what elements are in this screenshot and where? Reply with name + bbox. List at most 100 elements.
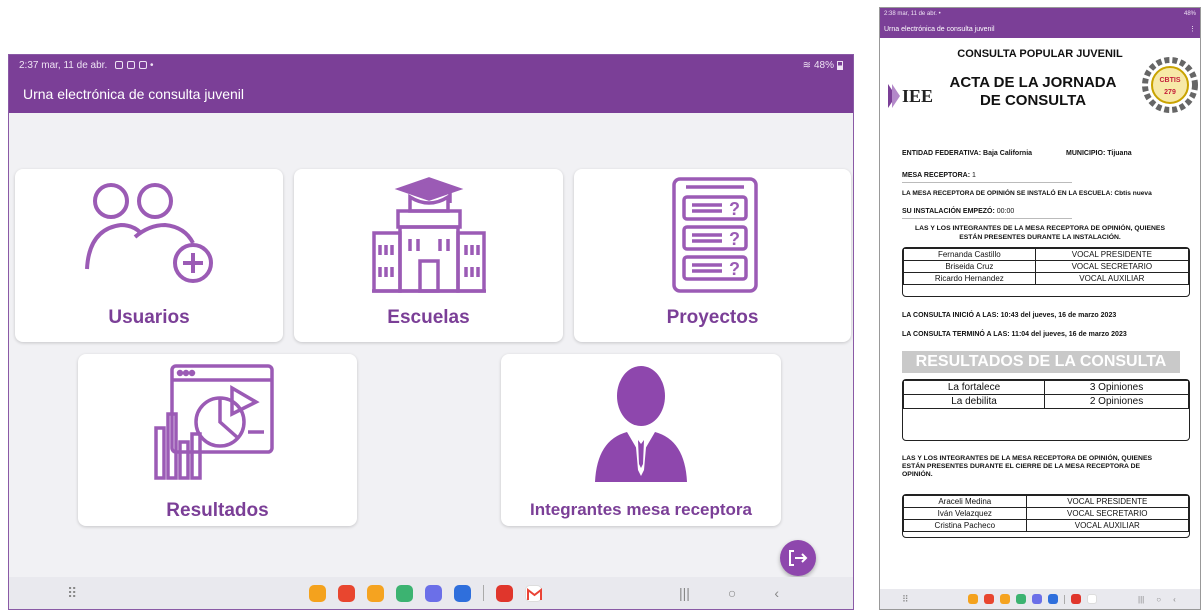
back-button[interactable]: ‹ bbox=[1173, 595, 1176, 604]
svg-text:279: 279 bbox=[1164, 89, 1176, 96]
cierre-heading-2: ESTÁN PRESENTES DURANTE EL CIERRE DE LA … bbox=[902, 463, 1141, 470]
notification-icon bbox=[115, 61, 124, 69]
projects-list-icon: ??? bbox=[672, 177, 758, 293]
apps-drawer-button[interactable]: ⠿ bbox=[902, 594, 909, 605]
battery-level: 48% bbox=[813, 59, 834, 71]
member-role: VOCAL SECRETARIO bbox=[1025, 507, 1190, 520]
acta-document-window: 2:38 mar, 11 de abr. • 48% Urna electrón… bbox=[879, 7, 1201, 610]
contacts-app-icon[interactable] bbox=[367, 584, 384, 602]
back-button[interactable]: ‹ bbox=[774, 585, 779, 601]
svg-text:CBTIS: CBTIS bbox=[1160, 77, 1181, 84]
app-icon[interactable] bbox=[309, 584, 326, 602]
app-icon[interactable] bbox=[968, 594, 978, 604]
school-building-icon bbox=[372, 177, 486, 293]
proyectos-card[interactable]: ??? Proyectos bbox=[574, 169, 851, 342]
calculator-app-icon[interactable] bbox=[1016, 594, 1026, 604]
member-name: Ricardo Hernandez bbox=[903, 272, 1036, 285]
status-bar: 2:38 mar, 11 de abr. • 48% bbox=[880, 8, 1200, 20]
battery-icon bbox=[837, 60, 843, 70]
svg-text:?: ? bbox=[729, 199, 740, 219]
status-date: mar, 11 de abr. bbox=[897, 11, 937, 17]
member-name: Iván Velazquez bbox=[903, 507, 1027, 520]
integrantes-heading-2: ESTÁN PRESENTES DURANTE LA INSTALACIÓN. bbox=[959, 234, 1121, 241]
svg-text:?: ? bbox=[729, 259, 740, 279]
gmail-app-icon[interactable] bbox=[1087, 594, 1097, 604]
app-dock bbox=[968, 594, 1097, 604]
app-dock bbox=[309, 584, 542, 602]
entidad-label: ENTIDAD FEDERATIVA: bbox=[902, 150, 982, 157]
usuarios-card[interactable]: Usuarios bbox=[15, 169, 283, 342]
member-name: Cristina Pacheco bbox=[903, 519, 1027, 532]
table-row: La fortalece 3 Opiniones bbox=[902, 380, 1189, 395]
pdf-app-icon[interactable] bbox=[1071, 594, 1081, 604]
iee-logo-text: IEE bbox=[902, 86, 933, 106]
messages-app-icon[interactable] bbox=[425, 584, 442, 602]
home-button[interactable]: ○ bbox=[728, 585, 736, 601]
table-row: Briseida Cruz VOCAL SECRETARIO bbox=[903, 260, 1190, 273]
status-time: 2:37 bbox=[19, 59, 39, 71]
iee-logo-icon: IEE bbox=[888, 84, 933, 108]
instalacion-label: SU INSTALACIÓN EMPEZÓ: bbox=[902, 208, 995, 215]
contacts-app-icon[interactable] bbox=[1000, 594, 1010, 604]
apps-drawer-button[interactable]: ⠿ bbox=[67, 585, 77, 602]
app-icon[interactable] bbox=[338, 584, 355, 602]
system-navbar: ⠿ ||| ○ ‹ bbox=[880, 589, 1200, 609]
municipio-label: MUNICIPIO: bbox=[1066, 150, 1106, 157]
overflow-menu-icon[interactable]: ⋮ bbox=[1189, 25, 1196, 33]
member-name: Briseida Cruz bbox=[903, 260, 1036, 273]
table-row: Cristina Pacheco VOCAL AUXILIAR bbox=[903, 519, 1190, 532]
iee-logo: IEE bbox=[886, 78, 946, 114]
app-icon[interactable] bbox=[984, 594, 994, 604]
table-row: Iván Velazquez VOCAL SECRETARIO bbox=[903, 507, 1190, 520]
app-bar: Urna electrónica de consulta juvenil ⋮ bbox=[880, 20, 1200, 38]
entidad-value: Baja California bbox=[983, 150, 1033, 157]
integrantes-heading-1: LAS Y LOS INTEGRANTES DE LA MESA RECEPTO… bbox=[914, 225, 1165, 232]
result-count: 3 Opiniones bbox=[1044, 380, 1189, 395]
calculator-app-icon[interactable] bbox=[396, 584, 413, 602]
inicio-label: LA CONSULTA INICIÓ A LAS: bbox=[902, 312, 999, 319]
dock-divider bbox=[483, 585, 484, 601]
messages-app-icon[interactable] bbox=[1032, 594, 1042, 604]
member-name: Araceli Medina bbox=[903, 495, 1027, 508]
status-dot: • bbox=[150, 59, 154, 71]
termino-label: LA CONSULTA TERMINÓ A LAS: bbox=[902, 331, 1010, 338]
member-role: VOCAL AUXILIAR bbox=[1034, 272, 1190, 285]
gmail-m-icon bbox=[527, 587, 542, 600]
resultados-card[interactable]: Resultados bbox=[78, 354, 357, 526]
cierre-heading-1: LAS Y LOS INTEGRANTES DE LA MESA RECEPTO… bbox=[902, 455, 1153, 462]
calendar-app-icon[interactable] bbox=[1048, 594, 1058, 604]
resultados-table: La fortalece 3 Opiniones La debilita 2 Opi… bbox=[902, 379, 1190, 441]
escuelas-card[interactable]: Escuelas bbox=[294, 169, 563, 342]
escuela-text: LA MESA RECEPTORA DE OPINIÓN SE INSTALÓ … bbox=[902, 190, 1113, 197]
logout-button[interactable] bbox=[780, 540, 816, 576]
escuela-value: Cbtis nueva bbox=[1114, 190, 1152, 197]
home-button[interactable]: ○ bbox=[1156, 595, 1161, 604]
pdf-app-icon[interactable] bbox=[496, 584, 513, 602]
table-row: Ricardo Hernandez VOCAL AUXILIAR bbox=[903, 272, 1190, 285]
escuelas-label: Escuelas bbox=[387, 307, 470, 328]
app-title: Urna electrónica de consulta juvenil bbox=[23, 86, 245, 102]
notification-icons bbox=[115, 61, 148, 69]
nav-keys: ||| ○ ‹ bbox=[1138, 595, 1176, 604]
member-role: VOCAL PRESIDENTE bbox=[1034, 248, 1190, 261]
svg-text:?: ? bbox=[729, 229, 740, 249]
status-time: 2:38 bbox=[884, 11, 896, 17]
calendar-app-icon[interactable] bbox=[454, 584, 471, 602]
table-row: La debilita 2 Opiniones bbox=[902, 394, 1189, 409]
acta-document: CONSULTA POPULAR JUVENIL IEE ACTA DE LA … bbox=[880, 38, 1200, 589]
mesa-underline bbox=[902, 182, 1072, 183]
mesa-label: MESA RECEPTORA: bbox=[902, 172, 971, 179]
app-bar: Urna electrónica de consulta juvenil bbox=[9, 75, 853, 113]
integrantes-card[interactable]: Integrantes mesa receptora bbox=[501, 354, 781, 526]
person-suit-icon bbox=[595, 366, 687, 482]
integrantes-cierre-table: Araceli Medina VOCAL PRESIDENTE Iván Vela… bbox=[902, 494, 1190, 538]
member-role: VOCAL AUXILIAR bbox=[1025, 519, 1190, 532]
member-role: VOCAL PRESIDENTE bbox=[1025, 495, 1190, 508]
gmail-app-icon[interactable] bbox=[525, 584, 542, 602]
member-role: VOCAL SECRETARIO bbox=[1034, 260, 1190, 273]
proyectos-label: Proyectos bbox=[666, 307, 759, 328]
integrantes-label: Integrantes mesa receptora bbox=[529, 500, 753, 519]
recents-button[interactable]: ||| bbox=[679, 585, 690, 601]
recents-button[interactable]: ||| bbox=[1138, 595, 1144, 604]
battery-level: 48% bbox=[1183, 11, 1196, 17]
